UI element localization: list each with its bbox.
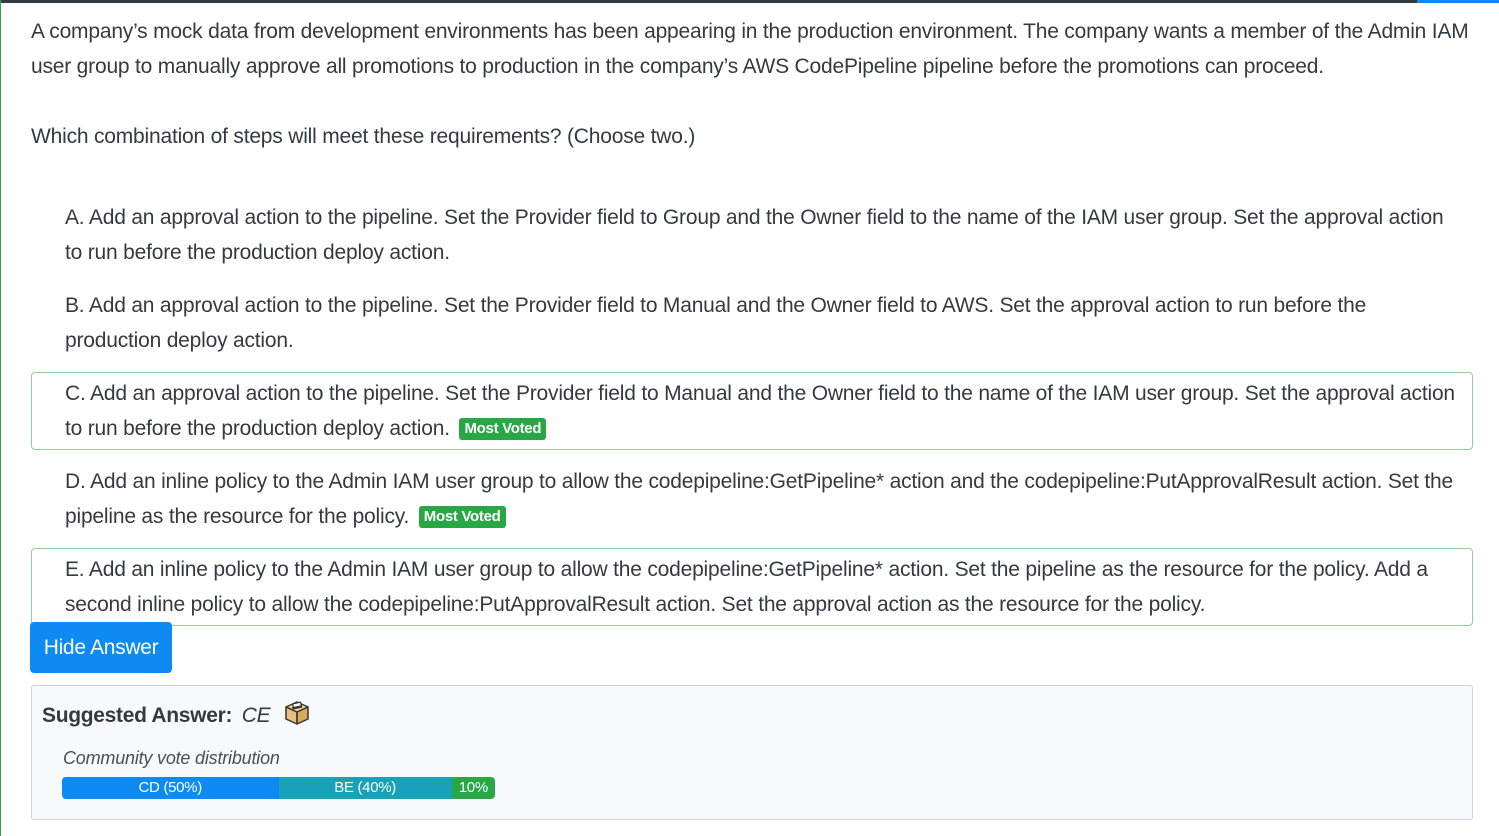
vote-distribution-bar: CD (50%) BE (40%) 10%	[62, 777, 495, 799]
choice-e[interactable]: E. Add an inline policy to the Admin IAM…	[31, 548, 1473, 626]
hide-answer-button[interactable]: Hide Answer	[30, 622, 172, 673]
vote-segment: 10%	[451, 777, 495, 799]
suggested-answer-value: CE	[241, 704, 271, 727]
top-rule-accent	[1417, 0, 1499, 3]
suggested-answer-label: Suggested Answer:	[42, 704, 233, 727]
vote-distribution-title: Community vote distribution	[63, 748, 280, 768]
choice-e-text: E. Add an inline policy to the Admin IAM…	[65, 558, 1428, 616]
choice-a-text: A. Add an approval action to the pipelin…	[65, 206, 1444, 264]
most-voted-badge: Most Voted	[418, 506, 506, 528]
suggested-answer-panel: Suggested Answer: CE Community vote dist…	[31, 685, 1473, 820]
question-prompt: Which combination of steps will meet the…	[31, 125, 696, 148]
choice-d-text: D. Add an inline policy to the Admin IAM…	[65, 470, 1453, 528]
question-body: A company’s mock data from development e…	[31, 14, 1471, 154]
choice-b-text: B. Add an approval action to the pipelin…	[65, 294, 1367, 352]
choice-c-text: C. Add an approval action to the pipelin…	[65, 382, 1455, 440]
choice-a[interactable]: A. Add an approval action to the pipelin…	[31, 196, 1473, 274]
question-text: A company’s mock data from development e…	[31, 20, 1469, 78]
choice-d[interactable]: D. Add an inline policy to the Admin IAM…	[31, 460, 1473, 538]
choice-c[interactable]: C. Add an approval action to the pipelin…	[31, 372, 1473, 450]
suggested-answer: Suggested Answer: CE	[42, 700, 310, 734]
choice-b[interactable]: B. Add an approval action to the pipelin…	[31, 284, 1473, 362]
ballot-box-icon	[284, 700, 310, 734]
vote-segment: BE (40%)	[278, 777, 452, 799]
most-voted-badge: Most Voted	[459, 418, 547, 440]
top-rule	[1, 0, 1499, 3]
vote-segment: CD (50%)	[62, 777, 279, 799]
question-page: A company’s mock data from development e…	[0, 0, 1499, 836]
choices-list: A. Add an approval action to the pipelin…	[31, 196, 1473, 636]
